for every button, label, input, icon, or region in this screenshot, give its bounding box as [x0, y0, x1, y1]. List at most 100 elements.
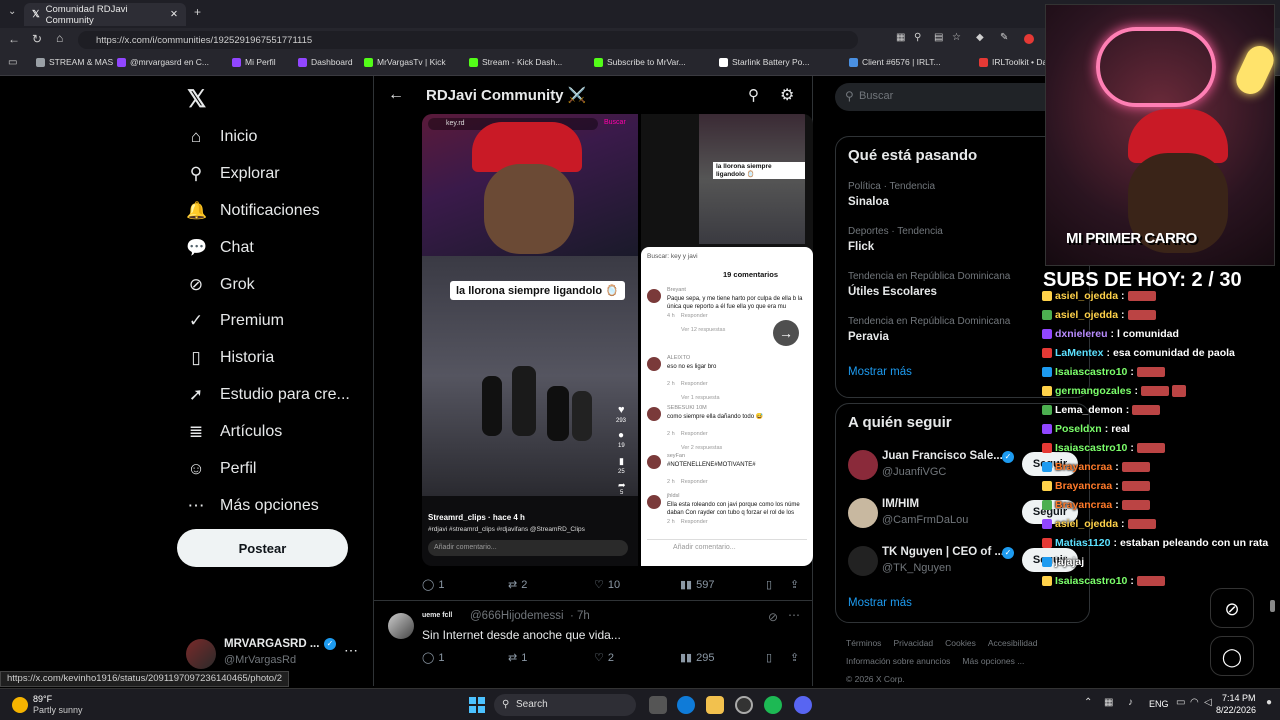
home-browser-icon[interactable]: ⌂ [56, 31, 63, 45]
notification-bell-icon[interactable]: ● [1266, 697, 1272, 708]
trend-name[interactable]: Útiles Escolares [848, 286, 937, 298]
bookmark-icon[interactable]: ▯ [766, 578, 772, 591]
reader-icon[interactable]: ▤ [934, 32, 943, 43]
footer-link[interactable]: Información sobre anuncios [846, 656, 950, 666]
share-icon[interactable]: ⇪ [790, 578, 799, 591]
sidebar-item-estudio-para-cre-[interactable]: ➚ Estudio para cre... [186, 383, 350, 407]
post[interactable]: ueme fcll @666Hijodemessi · 7h ⊘ ⋯ Sin I… [374, 601, 812, 686]
back-icon[interactable]: ← [8, 32, 20, 46]
repost-action[interactable]: ⇄ 1 [508, 651, 527, 665]
follow-name[interactable]: Juan Francisco Sale... [882, 450, 1003, 462]
bookmark-item[interactable]: Subscribe to MrVar... [594, 57, 686, 67]
weather-sun-icon[interactable] [12, 697, 28, 713]
bookmark-item[interactable]: Client #6576 | IRLT... [849, 57, 941, 67]
footer-link[interactable]: Privacidad [893, 638, 933, 648]
views-action[interactable]: ▮▮ 295 [680, 651, 714, 665]
back-arrow-icon[interactable]: ← [388, 86, 404, 104]
tab-list-icon[interactable]: ⌄ [8, 6, 16, 17]
follow-handle[interactable]: @CamFrmDaLou [882, 514, 968, 526]
windows-start-icon[interactable] [469, 697, 485, 713]
sidebar-item-chat[interactable]: 💬 Chat [186, 236, 254, 260]
grok-icon[interactable]: ⊘ [768, 610, 778, 624]
follow-handle[interactable]: @JuanfiVGC [882, 466, 946, 478]
post-display-name[interactable]: ueme fcll [422, 612, 452, 619]
wifi-icon[interactable]: ◠ [1190, 697, 1199, 708]
repost-action[interactable]: ⇄ 2 [508, 578, 527, 592]
next-image-arrow-icon[interactable]: → [773, 320, 799, 346]
post-button[interactable]: Postear [177, 529, 348, 567]
close-tab-icon[interactable]: ✕ [170, 9, 178, 20]
language-indicator[interactable]: ENG [1149, 699, 1169, 709]
bookmark-icon[interactable]: ▯ [766, 651, 772, 664]
follow-name[interactable]: TK Nguyen | CEO of ... [882, 546, 1004, 558]
sidebar-item-historia[interactable]: ▯ Historia [186, 346, 274, 370]
new-tab-icon[interactable]: + [194, 5, 201, 19]
url-field[interactable]: https://x.com/i/communities/192529196755… [78, 31, 858, 49]
sidebar-item-notificaciones[interactable]: 🔔 Notificaciones [186, 199, 320, 223]
sidebar-item-explorar[interactable]: ⚲ Explorar [186, 162, 280, 186]
sidebar-item-grok[interactable]: ⊘ Grok [186, 273, 255, 297]
follow-handle[interactable]: @TK_Nguyen [882, 562, 951, 574]
zoom-icon[interactable]: ⚲ [914, 32, 921, 43]
scrollbar-thumb[interactable] [1270, 600, 1275, 612]
search-icon[interactable]: ⚲ [748, 86, 759, 104]
avatar[interactable] [848, 450, 878, 480]
microphone-icon[interactable]: ♪ [1128, 697, 1133, 708]
footer-link[interactable]: Más opciones ... [962, 656, 1024, 666]
extension3-icon[interactable] [1024, 34, 1034, 44]
footer-link[interactable]: Cookies [945, 638, 976, 648]
sidebar-item-m-s-opciones[interactable]: ⋯ Más opciones [186, 494, 319, 518]
like-action[interactable]: ♡ 10 [594, 578, 620, 592]
messages-float-icon[interactable]: ◯ [1210, 636, 1254, 676]
file-explorer-icon[interactable] [706, 696, 724, 714]
x-logo-icon[interactable]: 𝕏 [187, 85, 206, 114]
sidebar-item-premium[interactable]: ✓ Premium [186, 309, 284, 333]
footer-link[interactable]: Accesibilidad [988, 638, 1038, 648]
reload-icon[interactable]: ↻ [32, 32, 42, 46]
bookmark-item[interactable]: Starlink Battery Po... [719, 57, 809, 67]
more-icon[interactable]: ⋯ [344, 642, 358, 659]
tray-chevron-icon[interactable]: ⌃ [1084, 697, 1092, 708]
bookmark-item[interactable]: Dashboard [298, 57, 353, 67]
reply-action[interactable]: ◯ 1 [422, 651, 444, 665]
footer-link[interactable]: Términos [846, 638, 881, 648]
pen-icon[interactable]: ✎ [1000, 32, 1008, 43]
browser-tab[interactable]: 𝕏 Comunidad RDJavi Community ✕ [24, 3, 186, 26]
show-more-link[interactable]: Mostrar más [848, 366, 912, 378]
task-view-icon[interactable] [649, 696, 667, 714]
trend-name[interactable]: Peravia [848, 331, 889, 343]
extension-icon[interactable]: ▦ [896, 32, 905, 43]
obs-icon[interactable] [735, 696, 753, 714]
clock-date[interactable]: 8/22/2026 [1216, 705, 1256, 715]
trend-name[interactable]: Flick [848, 241, 874, 253]
more-icon[interactable]: ⋯ [788, 608, 800, 622]
like-action[interactable]: ♡ 2 [594, 651, 614, 665]
account-switcher[interactable]: MRVARGASRD ... ✓ @MrVargasRd ⋯ [186, 636, 364, 672]
favorite-star-icon[interactable]: ☆ [952, 32, 961, 43]
edge-browser-icon[interactable] [677, 696, 695, 714]
bookmark-item[interactable]: Stream - Kick Dash... [469, 57, 562, 67]
discord-icon[interactable] [794, 696, 812, 714]
views-action[interactable]: ▮▮ 597 [680, 578, 714, 592]
clock-time[interactable]: 7:14 PM [1222, 693, 1256, 703]
bookmark-item[interactable]: @mrvargasrd en C... [117, 57, 209, 67]
reply-action[interactable]: ◯ 1 [422, 578, 444, 592]
sidebar-item-inicio[interactable]: ⌂ Inicio [186, 125, 258, 149]
spotify-icon[interactable] [764, 696, 782, 714]
bookmark-item[interactable]: MrVargasTv | Kick [364, 57, 446, 67]
post-media-left[interactable]: key.rd Buscar la llorona siempre ligando… [422, 114, 638, 566]
volume-icon[interactable]: ◁ [1204, 697, 1212, 708]
bookmark-item[interactable]: STREAM & MAS [36, 57, 113, 67]
display-icon[interactable]: ▭ [1176, 697, 1185, 708]
follow-name[interactable]: IM/HIM [882, 498, 919, 510]
avatar[interactable] [848, 546, 878, 576]
post-handle[interactable]: @666Hijodemessi [470, 610, 564, 622]
trend-name[interactable]: Sinaloa [848, 196, 889, 208]
sidebar-item-art-culos[interactable]: ≣ Artículos [186, 420, 282, 444]
weather-desc[interactable]: Partly sunny [33, 705, 83, 715]
taskbar-search[interactable]: ⚲ Search [494, 694, 636, 716]
settings-gear-icon[interactable]: ⚙ [780, 85, 794, 105]
search-input[interactable]: ⚲ Buscar [835, 83, 1045, 111]
avatar[interactable] [388, 613, 414, 639]
weather-temp[interactable]: 89°F [33, 694, 52, 704]
